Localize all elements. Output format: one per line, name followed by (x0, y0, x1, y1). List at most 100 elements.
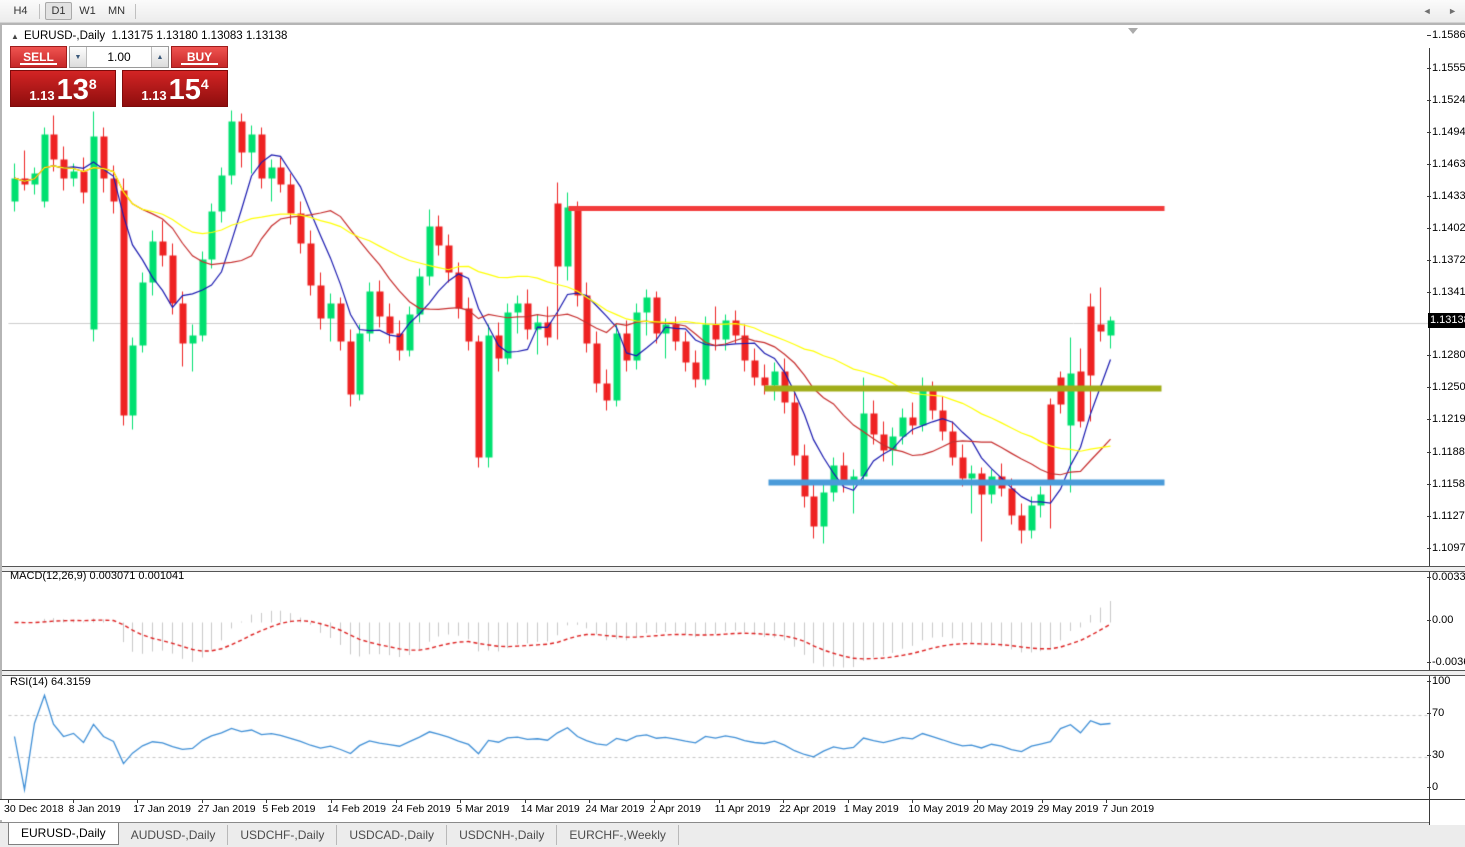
price-axis-tick (1427, 516, 1431, 517)
time-axis-value: 22 Apr 2019 (779, 803, 836, 815)
time-axis-value: 14 Feb 2019 (327, 803, 386, 815)
price-axis-value: 1.10970 (1432, 542, 1465, 554)
buy-button-label: BUY (187, 50, 212, 64)
price-axis-value: 1.12805 (1432, 349, 1465, 361)
price-axis-tick (1427, 292, 1431, 293)
sell-price-prefix: 1.13 (29, 88, 54, 103)
rsi-axis-value: 100 (1432, 675, 1450, 687)
time-axis-value: 7 Jun 2019 (1102, 803, 1154, 815)
collapse-trade-panel-icon[interactable]: ▲ (11, 32, 19, 41)
time-axis-value: 10 May 2019 (908, 803, 969, 815)
rsi-axis-value: 0 (1432, 781, 1438, 793)
toolbar-separator (39, 4, 40, 19)
one-click-trade-panel: SELL ▼ ▲ BUY 1.13 13 8 1.13 15 4 (10, 46, 228, 68)
time-axis-value: 29 May 2019 (1038, 803, 1099, 815)
time-axis-value: 5 Mar 2019 (456, 803, 509, 815)
rsi-axis-tick (1427, 713, 1431, 714)
timeframe-button-w1[interactable]: W1 (74, 2, 101, 20)
price-axis-value: 1.15245 (1432, 94, 1465, 106)
time-axis-value: 17 Jan 2019 (133, 803, 191, 815)
tab-scroll-left-icon[interactable]: ◄ (1423, 6, 1432, 16)
tab-usdchf-daily[interactable]: USDCHF-,Daily (228, 825, 337, 845)
volume-decrease-icon[interactable]: ▼ (70, 47, 87, 67)
time-axis-value: 27 Jan 2019 (198, 803, 256, 815)
price-axis-value: 1.14025 (1432, 222, 1465, 234)
time-axis[interactable]: 30 Dec 20188 Jan 201917 Jan 201927 Jan 2… (0, 799, 1427, 820)
sell-button[interactable]: SELL (10, 46, 67, 68)
price-axis-tick (1427, 355, 1431, 356)
buy-price-display[interactable]: 1.13 15 4 (122, 70, 228, 107)
tab-eurusd-daily[interactable]: EURUSD-,Daily (8, 823, 119, 845)
price-axis-tick (1427, 100, 1431, 101)
price-axis-value: 1.11885 (1432, 446, 1465, 458)
price-axis-value: 1.12500 (1432, 381, 1465, 393)
rsi-axis-value: 70 (1432, 707, 1444, 719)
sell-price-display[interactable]: 1.13 13 8 (10, 70, 116, 107)
timeframe-button-d1[interactable]: D1 (45, 2, 72, 20)
current-price-badge: 1.13138 (1428, 313, 1465, 328)
chart-symbol-label: EURUSD-,Daily (24, 30, 105, 42)
macd-axis-value: -0.003664 (1432, 656, 1465, 668)
rsi-label: RSI(14) 64.3159 (10, 676, 91, 688)
time-axis-value: 20 May 2019 (973, 803, 1034, 815)
tab-audusd-daily[interactable]: AUDUSD-,Daily (119, 825, 229, 845)
sell-price-pip: 8 (89, 76, 97, 92)
buy-price-pip: 4 (201, 76, 209, 92)
rsi-axis-value: 30 (1432, 749, 1444, 761)
pane-splitter-macd[interactable] (2, 566, 1465, 572)
time-axis-value: 30 Dec 2018 (4, 803, 64, 815)
time-axis-value: 5 Feb 2019 (262, 803, 315, 815)
price-axis-tick (1427, 419, 1431, 420)
price-axis-tick (1427, 132, 1431, 133)
timeframe-toolbar: H4 D1W1MN (0, 0, 1465, 23)
price-axis-tick (1427, 260, 1431, 261)
buy-price-big: 15 (169, 77, 201, 103)
tab-usdcad-daily[interactable]: USDCAD-,Daily (337, 825, 447, 845)
price-axis-tick (1427, 196, 1431, 197)
volume-increase-icon[interactable]: ▲ (151, 47, 168, 67)
price-axis-value: 1.14330 (1432, 190, 1465, 202)
price-axis-tick (1427, 35, 1431, 36)
time-axis-value: 11 Apr 2019 (715, 803, 771, 815)
rsi-axis-tick (1427, 681, 1431, 682)
price-axis-tick (1427, 484, 1431, 485)
rsi-axis-tick (1427, 787, 1431, 788)
price-axis-value: 1.15550 (1432, 62, 1465, 74)
macd-axis-value: 0.003392 (1432, 571, 1465, 583)
timeframe-button-h4[interactable]: H4 (7, 2, 34, 20)
rsi-indicator-canvas[interactable] (8, 675, 1429, 800)
tab-eurchf-weekly[interactable]: EURCHF-,Weekly (557, 825, 678, 845)
price-axis-value: 1.14635 (1432, 158, 1465, 170)
macd-axis-tick (1427, 577, 1431, 578)
price-axis-tick (1427, 228, 1431, 229)
volume-input[interactable] (87, 47, 151, 67)
time-axis-value: 1 May 2019 (844, 803, 899, 815)
chart-tab-bar: EURUSD-,DailyAUDUSD-,DailyUSDCHF-,DailyU… (0, 822, 1465, 847)
time-axis-border (0, 799, 1465, 800)
price-axis-tick (1427, 387, 1431, 388)
chart-title: EURUSD-,Daily 1.13175 1.13180 1.13083 1.… (24, 30, 287, 42)
price-axis-tick (1427, 548, 1431, 549)
chart-shift-marker-icon[interactable] (1128, 28, 1138, 34)
price-chart-canvas[interactable] (8, 30, 1429, 566)
price-axis-tick (1427, 452, 1431, 453)
buy-button[interactable]: BUY (171, 46, 228, 68)
tab-usdcnh-daily[interactable]: USDCNH-,Daily (447, 825, 557, 845)
tab-scroll-right-icon[interactable]: ► (1448, 6, 1457, 16)
macd-indicator-canvas[interactable] (8, 572, 1429, 669)
macd-axis-tick (1427, 662, 1431, 663)
chart-window (0, 23, 1465, 822)
time-axis-value: 14 Mar 2019 (521, 803, 580, 815)
sell-price-big: 13 (57, 77, 89, 103)
price-axis-value: 1.15860 (1432, 29, 1465, 41)
price-axis-value: 1.13720 (1432, 254, 1465, 266)
buy-underline (181, 63, 218, 65)
price-axis-value: 1.11275 (1432, 510, 1465, 522)
sell-underline (20, 63, 57, 65)
pane-splitter-rsi[interactable] (2, 670, 1465, 676)
price-axis-value: 1.11580 (1432, 478, 1465, 490)
macd-axis-value: 0.00 (1432, 614, 1453, 626)
price-axis-value: 1.14940 (1432, 126, 1465, 138)
volume-stepper: ▼ ▲ (69, 46, 169, 68)
timeframe-button-mn[interactable]: MN (103, 2, 130, 20)
